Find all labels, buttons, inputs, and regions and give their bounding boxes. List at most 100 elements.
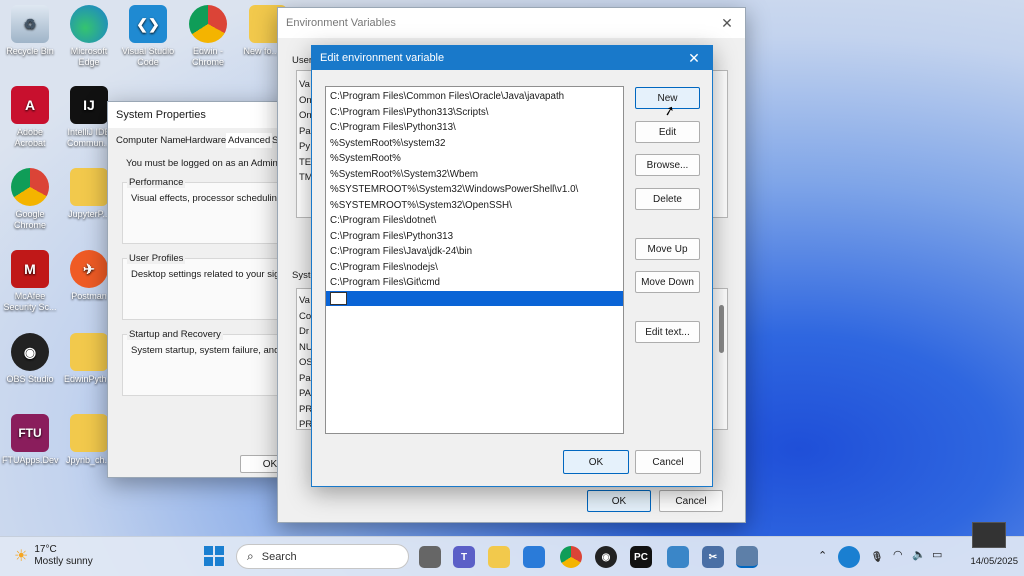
ok-button[interactable]: OK <box>587 490 651 512</box>
close-icon[interactable]: ✕ <box>709 9 745 37</box>
desktop-icon-ftuapps[interactable]: FTU FTUApps.Dev <box>2 414 59 466</box>
search-icon: ⌕ <box>247 549 254 563</box>
desktop-icon-label: Microsoft Edge <box>70 46 108 67</box>
desktop-icon-label: Jpynb_ch... <box>65 455 113 465</box>
volume-icon[interactable]: 🔈 <box>912 548 926 561</box>
weather-temp: 17°C <box>34 544 57 555</box>
path-row[interactable]: C:\Program Files\Python313\ <box>326 120 623 136</box>
start-button[interactable] <box>204 546 224 566</box>
move-up-button[interactable]: Move Up <box>635 238 700 260</box>
ok-button[interactable]: OK <box>563 450 629 474</box>
close-icon[interactable]: ✕ <box>676 46 712 70</box>
desktop-icon-google-chrome[interactable]: Google Chrome <box>2 168 58 231</box>
path-row[interactable]: C:\Program Files\nodejs\ <box>326 260 623 276</box>
edit-button[interactable]: Edit <box>635 121 700 143</box>
new-entry-input[interactable] <box>330 291 347 305</box>
tab-hardware[interactable]: Hardware <box>185 135 226 146</box>
dialog-title: Edit environment variable <box>320 52 445 64</box>
window-title: System Properties <box>116 109 206 121</box>
folder-icon <box>70 168 108 206</box>
tab-advanced[interactable]: Advanced <box>226 133 273 148</box>
microphone-icon[interactable]: 🎙 <box>866 546 888 568</box>
group-title: Performance <box>127 177 186 188</box>
path-row[interactable]: C:\Program Files\Python313 <box>326 229 623 245</box>
file-explorer-icon[interactable] <box>488 546 510 568</box>
path-row[interactable]: %SystemRoot%\System32\Wbem <box>326 167 623 183</box>
path-row[interactable]: C:\Program Files\Common Files\Oracle\Jav… <box>326 89 623 105</box>
snipping-tool-icon[interactable]: ✂ <box>702 546 724 568</box>
sun-icon: ☀ <box>14 548 29 565</box>
cancel-button[interactable]: Cancel <box>635 450 701 474</box>
desktop-icon-vscode[interactable]: ❮❯ Visual Studio Code <box>120 5 176 68</box>
path-row[interactable]: C:\Program Files\Git\cmd <box>326 275 623 291</box>
chrome-icon <box>189 5 227 43</box>
defender-icon[interactable] <box>838 546 860 568</box>
desktop-icon-label: Recycle Bin <box>6 46 54 56</box>
performance-group: Performance Visual effects, processor sc… <box>122 177 292 244</box>
tab-computer-name[interactable]: Computer Name <box>116 135 186 146</box>
new-entry-row[interactable] <box>326 290 623 306</box>
system-properties-window: System Properties Computer Name Hardware… <box>107 101 300 478</box>
user-variables-label: User <box>292 55 313 66</box>
search-placeholder: Search <box>261 550 297 563</box>
task-view-icon[interactable] <box>419 546 441 568</box>
path-row[interactable]: %SystemRoot% <box>326 151 623 167</box>
obs-taskbar-icon[interactable]: ◉ <box>595 546 617 568</box>
weather-desc: Mostly sunny <box>34 556 93 567</box>
edit-env-var-dialog: Edit environment variable ✕ C:\Program F… <box>311 45 713 487</box>
path-row[interactable]: %SYSTEMROOT%\System32\WindowsPowerShell\… <box>326 182 623 198</box>
desktop-icon-label: OBS Studio <box>6 374 54 384</box>
search-box[interactable]: ⌕ Search <box>236 544 409 569</box>
scrollbar-thumb[interactable] <box>719 305 724 353</box>
obs-icon: ◉ <box>11 333 49 371</box>
path-row[interactable]: %SystemRoot%\system32 <box>326 136 623 152</box>
move-down-button[interactable]: Move Down <box>635 271 700 293</box>
env-vars-titlebar: Environment Variables ✕ <box>278 8 745 38</box>
path-row[interactable]: C:\Program Files\dotnet\ <box>326 213 623 229</box>
chevron-up-icon[interactable]: ⌃ <box>818 549 827 562</box>
weather-widget[interactable]: ☀ 17°C Mostly sunny <box>14 544 93 568</box>
desktop-icon-obs[interactable]: ◉ OBS Studio <box>2 333 58 385</box>
user-profiles-group: User Profiles Desktop settings related t… <box>122 253 292 320</box>
edit-dialog-titlebar: Edit environment variable ✕ <box>312 46 712 70</box>
desktop-icon-recycle-bin[interactable]: ♻ Recycle Bin <box>2 5 58 57</box>
folder-icon <box>70 333 108 371</box>
chrome-taskbar-icon[interactable] <box>560 546 582 568</box>
admin-notice: You must be logged on as an Administra <box>126 158 296 169</box>
path-list[interactable]: C:\Program Files\Common Files\Oracle\Jav… <box>325 86 624 434</box>
desktop-icon-label: IntelliJ IDE Commun... <box>66 127 111 148</box>
desktop-icon-edge[interactable]: Microsoft Edge <box>61 5 117 68</box>
cancel-button[interactable]: Cancel <box>659 490 723 512</box>
mcafee-icon: M <box>11 250 49 288</box>
control-panel-icon[interactable] <box>667 546 689 568</box>
battery-icon[interactable]: ▭ <box>932 548 942 561</box>
folder-icon <box>70 414 108 452</box>
vscode-icon: ❮❯ <box>129 5 167 43</box>
group-desc: Visual effects, processor scheduling, m <box>131 193 281 204</box>
desktop-icon-edwin-chrome[interactable]: Edwin - Chrome <box>180 5 236 68</box>
path-row[interactable]: C:\Program Files\Python313\Scripts\ <box>326 105 623 121</box>
path-row[interactable]: %SYSTEMROOT%\System32\OpenSSH\ <box>326 198 623 214</box>
webcam-overlay <box>972 522 1006 548</box>
intellij-icon: IJ <box>70 86 108 124</box>
system-properties-titlebar: System Properties <box>108 102 286 128</box>
chrome-icon <box>11 168 49 206</box>
group-title: Startup and Recovery <box>127 329 223 340</box>
pycharm-icon[interactable]: PC <box>630 546 652 568</box>
desktop-icon-mcafee[interactable]: M McAfee Security Sc... <box>2 250 58 313</box>
edit-text-button[interactable]: Edit text... <box>635 321 700 343</box>
path-rows: C:\Program Files\Common Files\Oracle\Jav… <box>326 87 623 291</box>
desktop-icon-label: JupyterP... <box>68 209 110 219</box>
delete-button[interactable]: Delete <box>635 188 700 210</box>
desktop-icon-acrobat[interactable]: A Adobe Acrobat <box>2 86 58 149</box>
system-properties-taskbar-icon[interactable] <box>736 546 758 568</box>
wifi-icon[interactable]: ◠ <box>893 548 903 561</box>
store-icon[interactable] <box>523 546 545 568</box>
group-title: User Profiles <box>127 253 186 264</box>
browse-button[interactable]: Browse... <box>635 154 700 176</box>
edge-icon <box>70 5 108 43</box>
path-row[interactable]: C:\Program Files\Java\jdk-24\bin <box>326 244 623 260</box>
teams-icon[interactable]: T <box>453 546 475 568</box>
group-desc: Desktop settings related to your sign-in <box>131 269 281 280</box>
desktop-icon-label: Adobe Acrobat <box>14 127 46 148</box>
